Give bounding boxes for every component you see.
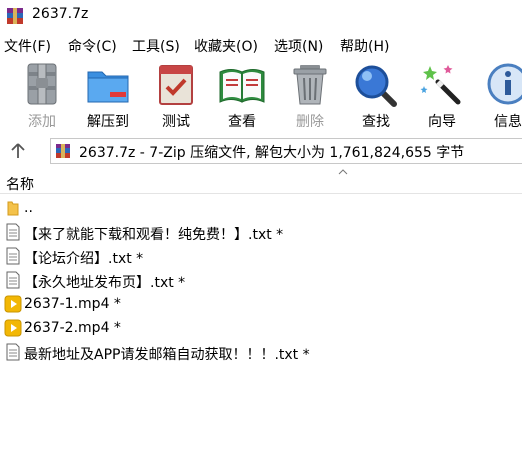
list-item[interactable]: 最新地址及APP请发邮箱自动获取！！！.txt *: [0, 340, 522, 364]
file-name: 【来了就能下载和观看！纯免费！】.txt *: [24, 227, 284, 243]
test-button-label: 测试: [162, 114, 190, 130]
info-icon: [487, 63, 522, 105]
menu-file[interactable]: 文件(F): [4, 36, 51, 56]
archive-info-text: 2637.7z - 7-Zip 压缩文件, 解包大小为 1,761,824,65…: [79, 145, 465, 161]
delete-button[interactable]: 删除: [282, 58, 338, 134]
video-file-icon: [4, 319, 22, 337]
list-item[interactable]: 【论坛介绍】.txt *: [0, 244, 522, 268]
file-name: 2637-1.mp4 *: [24, 296, 121, 312]
menu-options[interactable]: 选项(N): [274, 36, 323, 56]
list-item[interactable]: 2637-2.mp4 *: [0, 316, 522, 340]
menu-bar: 文件(F) 命令(C) 工具(S) 收藏夹(O) 选项(N) 帮助(H): [0, 34, 522, 56]
extract-to-button[interactable]: 解压到: [80, 58, 136, 134]
trash-icon: [293, 65, 327, 105]
menu-help[interactable]: 帮助(H): [340, 36, 389, 56]
view-button-label: 查看: [228, 114, 256, 130]
file-name: 【论坛介绍】.txt *: [24, 251, 144, 267]
window-title: 2637.7z: [32, 6, 89, 22]
address-bar: 2637.7z - 7-Zip 压缩文件, 解包大小为 1,761,824,65…: [0, 136, 522, 166]
menu-commands[interactable]: 命令(C): [68, 36, 117, 56]
title-bar: 2637.7z: [0, 0, 522, 32]
folder-icon: [7, 201, 19, 216]
view-book-icon: [219, 69, 265, 103]
list-item[interactable]: 【来了就能下载和观看！纯免费！】.txt *: [0, 220, 522, 244]
menu-tools[interactable]: 工具(S): [132, 36, 180, 56]
text-file-icon: [6, 223, 20, 241]
list-item[interactable]: 【永久地址发布页】.txt *: [0, 268, 522, 292]
archive-icon: [56, 144, 70, 158]
winrar-app-icon: [7, 8, 23, 24]
extract-folder-icon: [87, 71, 129, 103]
add-button[interactable]: 添加: [14, 58, 70, 134]
menu-favorites[interactable]: 收藏夹(O): [194, 36, 258, 56]
column-header: 名称: [0, 168, 522, 194]
toolbar: 添加 解压到 测试 查看 删除 查找 向导 信息: [0, 58, 522, 134]
add-icon: [27, 63, 57, 105]
find-button-label: 查找: [362, 114, 390, 130]
up-arrow-icon[interactable]: [8, 141, 28, 161]
video-file-icon: [4, 295, 22, 313]
test-button[interactable]: 测试: [148, 58, 204, 134]
test-icon: [159, 65, 193, 105]
info-button-label: 信息: [494, 114, 522, 130]
view-button[interactable]: 查看: [214, 58, 270, 134]
add-button-label: 添加: [28, 114, 56, 130]
file-name: 2637-2.mp4 *: [24, 320, 121, 336]
info-button[interactable]: 信息: [480, 58, 522, 134]
sort-up-icon: [338, 169, 348, 175]
delete-button-label: 删除: [296, 114, 324, 130]
file-name: 最新地址及APP请发邮箱自动获取！！！.txt *: [24, 347, 310, 363]
column-name[interactable]: 名称: [6, 174, 34, 194]
archive-path-field[interactable]: 2637.7z - 7-Zip 压缩文件, 解包大小为 1,761,824,65…: [50, 138, 522, 164]
wizard-button[interactable]: 向导: [414, 58, 470, 134]
find-button[interactable]: 查找: [348, 58, 404, 134]
list-item[interactable]: 2637-1.mp4 *: [0, 292, 522, 316]
magnifier-icon: [355, 65, 397, 107]
file-name: 【永久地址发布页】.txt *: [24, 275, 186, 291]
wizard-button-label: 向导: [428, 114, 456, 130]
text-file-icon: [6, 343, 20, 361]
extract-to-button-label: 解压到: [87, 114, 129, 130]
wizard-wand-icon: [420, 65, 461, 105]
list-item-parent[interactable]: ..: [0, 196, 522, 220]
text-file-icon: [6, 247, 20, 265]
file-name: ..: [24, 200, 33, 216]
text-file-icon: [6, 271, 20, 289]
